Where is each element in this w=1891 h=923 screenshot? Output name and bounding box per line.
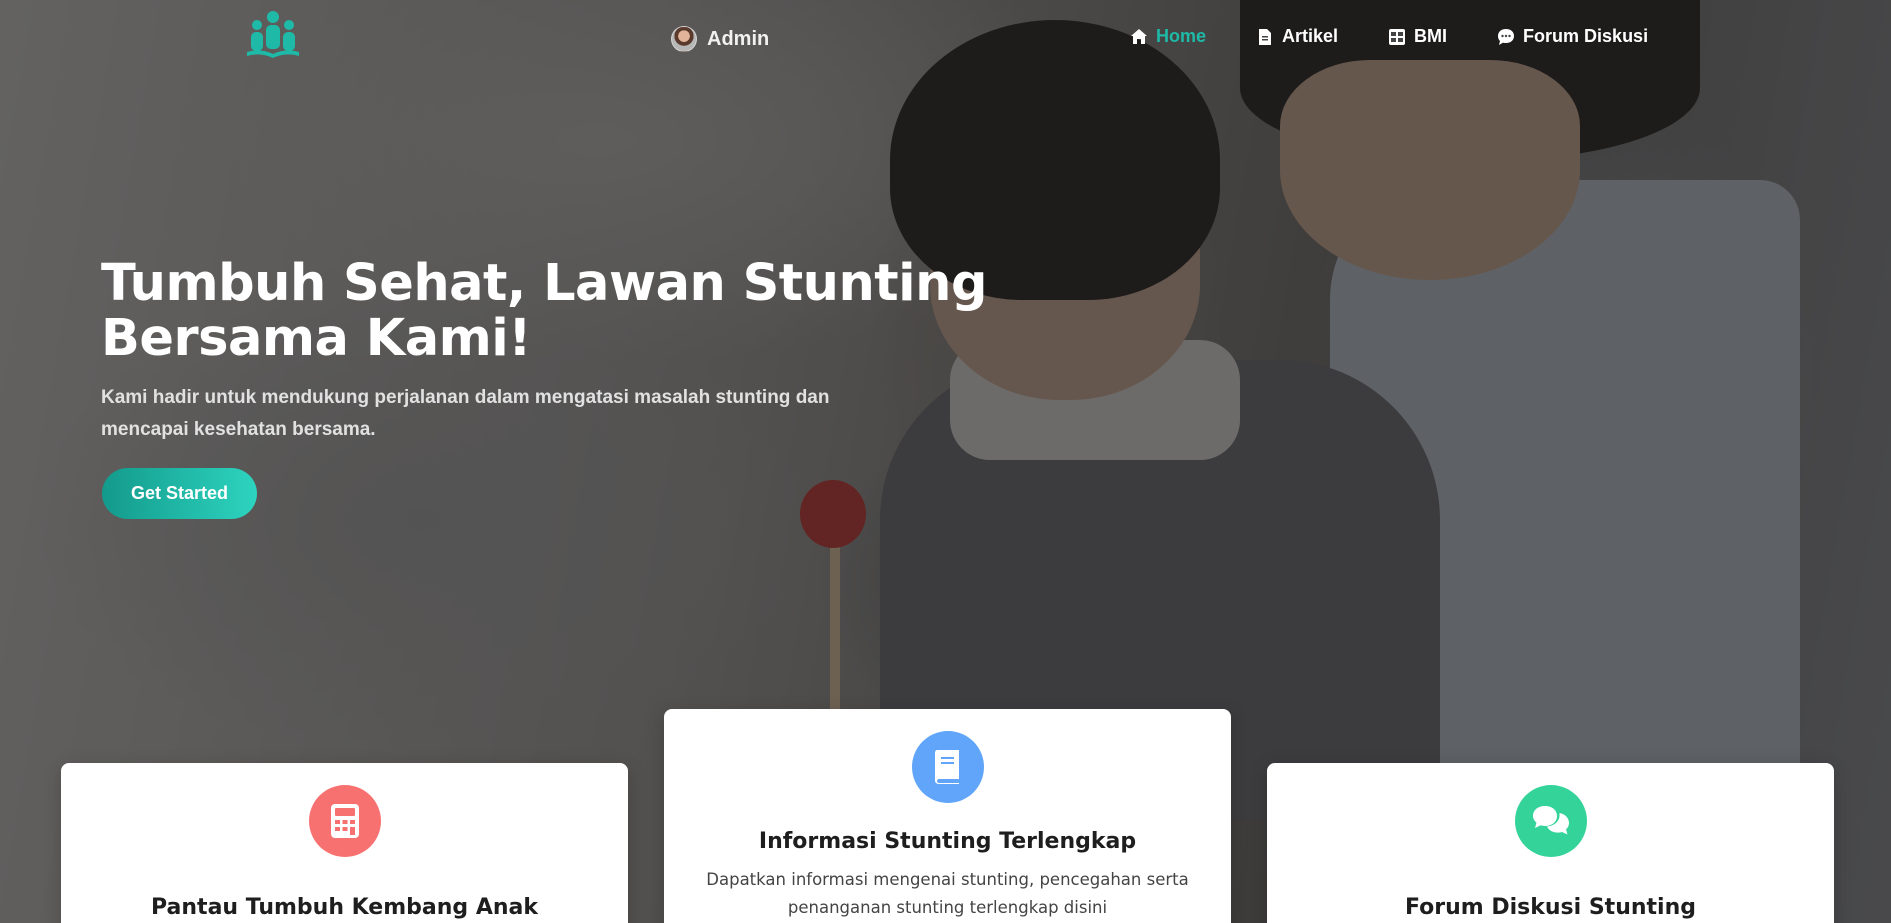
card-title: Pantau Tumbuh Kembang Anak (151, 895, 538, 920)
nav-item-label: Home (1156, 26, 1207, 46)
hero-title: Tumbuh Sehat, Lawan Stunting Bersama Kam… (101, 256, 1001, 366)
people-book-logo-icon[interactable] (244, 8, 302, 66)
calculator-icon (308, 785, 381, 857)
nav-item-home[interactable]: Home (1130, 26, 1206, 47)
feature-card-discussion-forum[interactable]: Forum Diskusi Stunting (1267, 763, 1834, 923)
main-nav: Home Artikel BMI Forum Diskusi (1130, 26, 1648, 47)
user-name[interactable]: Admin (707, 28, 769, 51)
hero-title-line: Bersama Kami! (101, 309, 532, 368)
card-description-line: Dapatkan informasi mengenai stunting, pe… (706, 870, 1189, 889)
calculator-table-icon (1389, 28, 1406, 45)
nav-item-label: BMI (1414, 26, 1448, 46)
book-icon (911, 731, 984, 803)
chat-bubble-icon (1498, 28, 1515, 45)
get-started-button[interactable]: Get Started (102, 468, 257, 519)
nav-item-label: Forum Diskusi (1523, 26, 1649, 46)
feature-card-stunting-info[interactable]: Informasi Stunting Terlengkap Dapatkan i… (664, 709, 1231, 923)
nav-item-bmi[interactable]: BMI (1388, 26, 1447, 47)
nav-item-label: Artikel (1282, 26, 1339, 46)
nav-item-forum-diskusi[interactable]: Forum Diskusi (1497, 26, 1648, 47)
hero-subtitle: Kami hadir untuk mendukung perjalanan da… (101, 382, 861, 446)
card-title: Informasi Stunting Terlengkap (758, 829, 1137, 854)
nav-item-artikel[interactable]: Artikel (1256, 26, 1338, 47)
document-icon (1259, 28, 1272, 45)
hero-title-line: Tumbuh Sehat, Lawan Stunting (101, 254, 987, 313)
home-icon (1131, 28, 1147, 44)
card-title: Forum Diskusi Stunting (1405, 895, 1696, 920)
hero-subtitle-line: mencapai kesehatan bersama. (101, 419, 376, 440)
hero-subtitle-line: Kami hadir untuk mendukung perjalanan da… (101, 387, 830, 408)
user-profile[interactable]: Admin (671, 26, 769, 52)
card-description-line: penanganan stunting terlengkap disini (787, 898, 1108, 917)
feature-card-growth-monitoring[interactable]: Pantau Tumbuh Kembang Anak (61, 763, 628, 923)
chat-icon (1514, 785, 1587, 857)
card-description: Dapatkan informasi mengenai stunting, pe… (698, 866, 1198, 922)
avatar[interactable] (671, 26, 697, 52)
